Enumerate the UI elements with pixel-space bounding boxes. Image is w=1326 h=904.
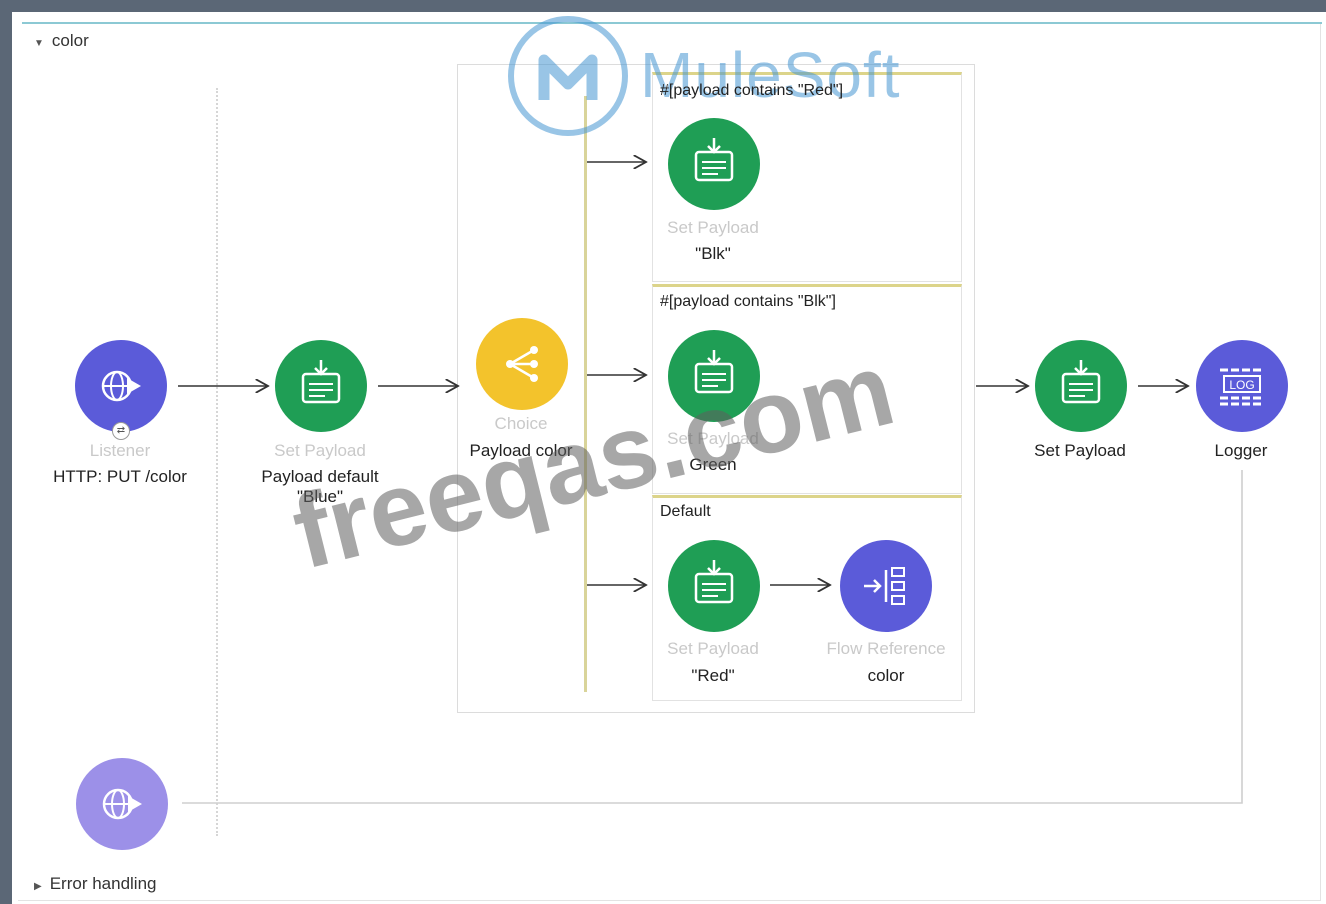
flow-reference-icon xyxy=(864,567,905,605)
mulesoft-watermark: MuleSoft xyxy=(640,39,901,111)
listener-node[interactable] xyxy=(75,340,167,432)
logger-name: Logger xyxy=(1214,441,1268,460)
flow-reference-node[interactable] xyxy=(840,540,932,632)
http-response-icon xyxy=(102,788,142,820)
reconnect-badge-icon: ⇄ xyxy=(112,422,130,440)
set-payload-name: Set Payload xyxy=(1034,441,1126,460)
logger-node[interactable]: LOG xyxy=(1196,340,1288,432)
http-response-node[interactable] xyxy=(76,758,168,850)
listener-type: Listener xyxy=(89,441,151,460)
route-red-condition: #[payload contains "Red"] xyxy=(660,82,844,99)
route-default-set-payload-node[interactable] xyxy=(668,540,760,632)
route-default-set-payload-type: Set Payload xyxy=(667,639,759,658)
set-payload-icon xyxy=(694,560,734,604)
flow-reference-name: color xyxy=(867,666,905,685)
route-red-set-payload-node[interactable] xyxy=(668,118,760,210)
flow-canvas: ▼ color MuleSoft ⇄ Listener HTTP: PUT /c… xyxy=(0,0,1326,904)
flow-reference-type: Flow Reference xyxy=(826,639,946,658)
route-default-condition: Default xyxy=(660,503,711,520)
logger-icon: LOG xyxy=(1220,368,1264,406)
set-payload-icon xyxy=(694,138,734,182)
set-payload-icon xyxy=(1061,360,1101,404)
http-listener-icon xyxy=(101,370,141,402)
choice-router-icon xyxy=(506,346,538,382)
listener-name: HTTP: PUT /color xyxy=(53,467,187,486)
expand-triangle-icon[interactable]: ▶ xyxy=(34,881,42,892)
set-payload-default-type: Set Payload xyxy=(274,441,366,460)
mulesoft-logo-icon xyxy=(508,16,628,136)
choice-node[interactable] xyxy=(476,318,568,410)
logger-badge: LOG xyxy=(1229,378,1254,392)
route-red-set-payload-name: "Blk" xyxy=(695,244,731,263)
error-handling-toggle[interactable]: ▶ Error handling xyxy=(34,874,156,894)
set-payload-node[interactable] xyxy=(1035,340,1127,432)
route-default-set-payload-name: "Red" xyxy=(691,666,735,685)
set-payload-icon xyxy=(301,360,341,404)
route-red-set-payload-type: Set Payload xyxy=(667,218,759,237)
error-handling-label: Error handling xyxy=(49,874,157,893)
set-payload-default-node[interactable] xyxy=(275,340,367,432)
route-blk-condition: #[payload contains "Blk"] xyxy=(660,293,836,310)
